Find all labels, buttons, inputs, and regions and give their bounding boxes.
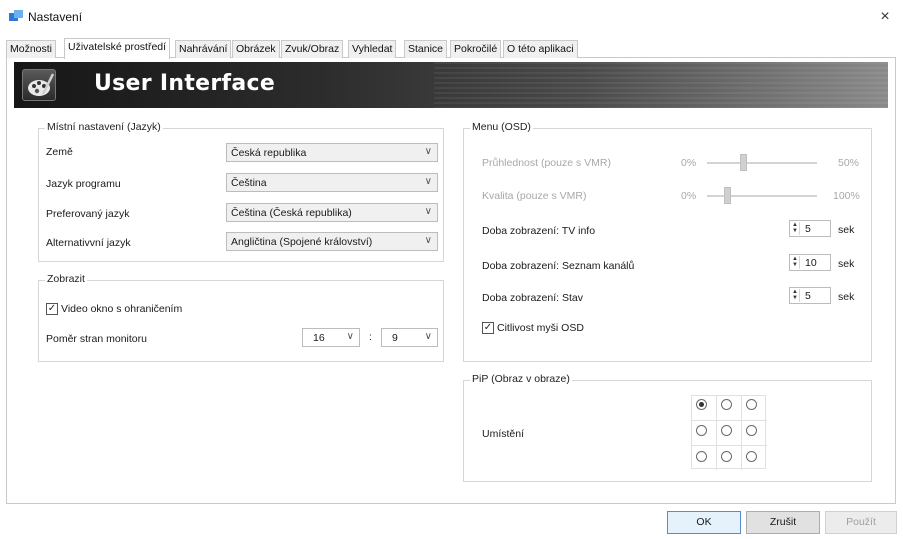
page-banner: User Interface — [14, 62, 888, 108]
close-button[interactable]: × — [874, 6, 896, 28]
spinner-arrows-icon[interactable]: ▲ ▼ — [791, 222, 800, 235]
chevron-down-icon: ∨ — [424, 176, 432, 187]
chevron-down-icon: ∨ — [346, 331, 354, 342]
pip-placement-label: Umístění — [482, 428, 525, 440]
cancel-button[interactable]: Zrušit — [746, 511, 820, 534]
program-language-select[interactable]: Čeština ∨ — [226, 173, 438, 192]
preferred-language-label: Preferovaný jazyk — [46, 208, 130, 220]
aspect-width-select[interactable]: 16 ∨ — [302, 328, 360, 347]
window-title: Nastavení — [28, 10, 83, 24]
quality-slider[interactable] — [723, 187, 731, 204]
chevron-down-icon: ∨ — [424, 235, 432, 246]
status-duration-spinner[interactable]: ▲ ▼ 5 — [789, 287, 831, 304]
tab-advanced[interactable]: Pokročilé — [450, 40, 502, 58]
aspect-ratio-label: Poměr stran monitoru — [46, 333, 147, 345]
tab-recording[interactable]: Nahrávání — [175, 40, 232, 58]
tab-user-interface[interactable]: Uživatelské prostředí — [64, 38, 171, 59]
country-select[interactable]: Česká republika ∨ — [226, 143, 438, 162]
channel-list-duration-label: Doba zobrazení: Seznam kanálů — [482, 260, 635, 272]
tab-bar: Možnosti Uživatelské prostředí Nahrávání… — [6, 38, 896, 59]
pip-position-middle-left[interactable] — [696, 425, 707, 436]
quality-label: Kvalita (pouze s VMR) — [482, 190, 587, 202]
spinner-arrows-icon[interactable]: ▲ ▼ — [791, 289, 800, 302]
pip-position-bottom-left[interactable] — [696, 451, 707, 462]
chevron-down-icon: ∨ — [424, 146, 432, 157]
tab-search[interactable]: Vyhledat — [348, 40, 397, 58]
tab-audio-video[interactable]: Zvuk/Obraz — [281, 40, 344, 58]
aspect-height-select[interactable]: 9 ∨ — [381, 328, 438, 347]
video-border-checkbox[interactable]: ✓ — [46, 303, 58, 315]
preferred-language-select[interactable]: Čeština (Česká republika) ∨ — [226, 203, 438, 222]
quality-max: 100% — [833, 190, 860, 202]
chevron-down-icon: ∨ — [424, 206, 432, 217]
pip-position-bottom-center[interactable] — [721, 451, 732, 462]
country-label: Země — [46, 146, 73, 158]
pip-position-middle-center[interactable] — [721, 425, 732, 436]
title-bar: Nastavení × — [0, 0, 903, 34]
pip-position-top-center[interactable] — [721, 399, 732, 410]
tv-info-duration-unit: sek — [838, 224, 855, 236]
tab-options[interactable]: Možnosti — [6, 40, 57, 58]
display-group-title: Zobrazit — [45, 273, 87, 285]
tv-info-duration-spinner[interactable]: ▲ ▼ 5 — [789, 220, 831, 237]
pip-position-top-left[interactable] — [696, 399, 707, 410]
display-group: Zobrazit — [38, 273, 444, 362]
aspect-separator: : — [369, 331, 372, 343]
pip-position-middle-right[interactable] — [746, 425, 757, 436]
video-border-label: Video okno s ohraničením — [61, 303, 183, 315]
transparency-slider[interactable] — [740, 154, 748, 171]
channel-list-duration-unit: sek — [838, 258, 855, 270]
pip-position-top-right[interactable] — [746, 399, 757, 410]
channel-list-duration-spinner[interactable]: ▲ ▼ 10 — [789, 254, 831, 271]
alternative-language-select[interactable]: Angličtina (Spojené království) ∨ — [226, 232, 438, 251]
locale-group-title: Místní nastavení (Jazyk) — [45, 121, 163, 133]
app-icon — [9, 10, 23, 21]
palette-icon — [22, 69, 56, 101]
tv-info-duration-label: Doba zobrazení: TV info — [482, 225, 596, 237]
alternative-language-label: Alternativvní jazyk — [46, 237, 131, 249]
tab-about[interactable]: O této aplikaci — [503, 40, 578, 58]
program-language-label: Jazyk programu — [46, 178, 121, 190]
spinner-arrows-icon[interactable]: ▲ ▼ — [791, 256, 800, 269]
pip-group: PiP (Obraz v obraze) — [463, 373, 872, 482]
status-duration-unit: sek — [838, 291, 855, 303]
pip-position-bottom-right[interactable] — [746, 451, 757, 462]
mouse-osd-checkbox[interactable]: ✓ — [482, 322, 494, 334]
mouse-osd-label: Citlivost myši OSD — [497, 322, 584, 334]
apply-button[interactable]: Použít — [825, 511, 897, 534]
transparency-min: 0% — [681, 157, 697, 169]
status-duration-label: Doba zobrazení: Stav — [482, 292, 583, 304]
transparency-max: 50% — [838, 157, 860, 169]
transparency-slider-track — [707, 162, 817, 164]
banner-title: User Interface — [94, 71, 276, 96]
chevron-down-icon: ∨ — [424, 331, 432, 342]
tab-picture[interactable]: Obrázek — [232, 40, 280, 58]
transparency-label: Průhlednost (pouze s VMR) — [482, 157, 611, 169]
pip-group-title: PiP (Obraz v obraze) — [470, 373, 572, 385]
quality-min: 0% — [681, 190, 697, 202]
osd-group-title: Menu (OSD) — [470, 121, 533, 133]
tab-channels[interactable]: Stanice — [404, 40, 448, 58]
ok-button[interactable]: OK — [667, 511, 741, 534]
